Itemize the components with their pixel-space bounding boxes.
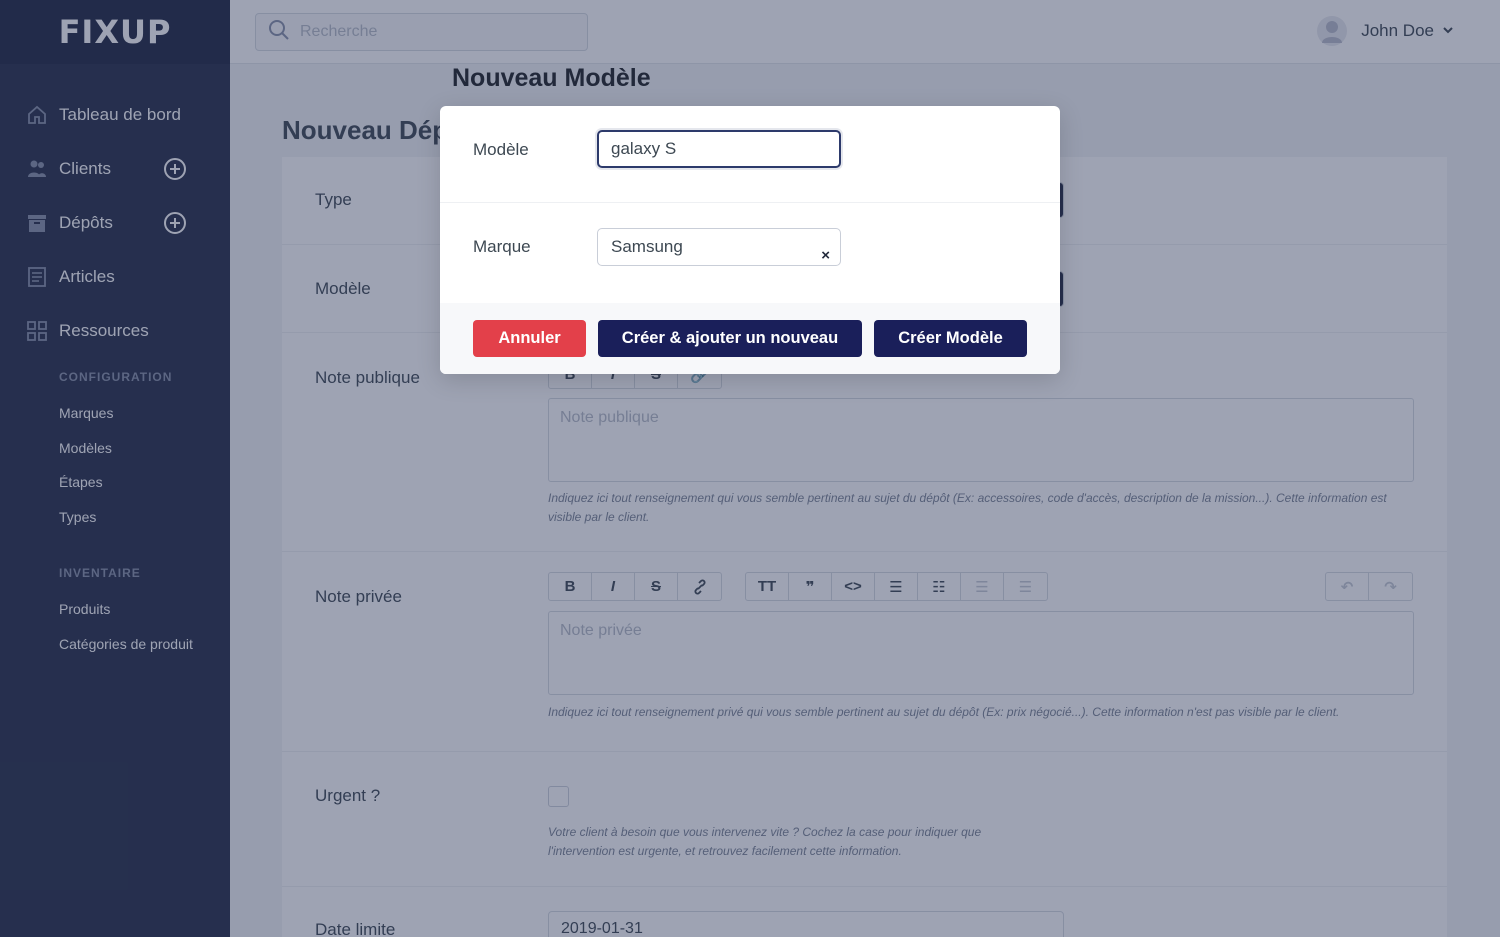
clear-icon[interactable]: × (821, 238, 830, 274)
new-model-modal: Modèle Marque Samsung × Annuler Créer & … (440, 106, 1060, 374)
marque-select[interactable]: Samsung × (597, 228, 841, 266)
create-and-add-button[interactable]: Créer & ajouter un nouveau (598, 320, 862, 357)
modal-row-modele: Modèle (440, 106, 1060, 203)
cancel-button[interactable]: Annuler (473, 320, 586, 357)
modal-footer: Annuler Créer & ajouter un nouveau Créer… (440, 303, 1060, 374)
create-model-button[interactable]: Créer Modèle (874, 320, 1027, 357)
modal-modele-label: Modèle (473, 140, 529, 159)
modele-input[interactable] (597, 130, 841, 168)
modal-marque-label: Marque (473, 237, 531, 256)
marque-selected-value: Samsung (611, 237, 683, 256)
modal-row-marque: Marque Samsung × (440, 203, 1060, 303)
modal-title: Nouveau Modèle (452, 64, 651, 92)
